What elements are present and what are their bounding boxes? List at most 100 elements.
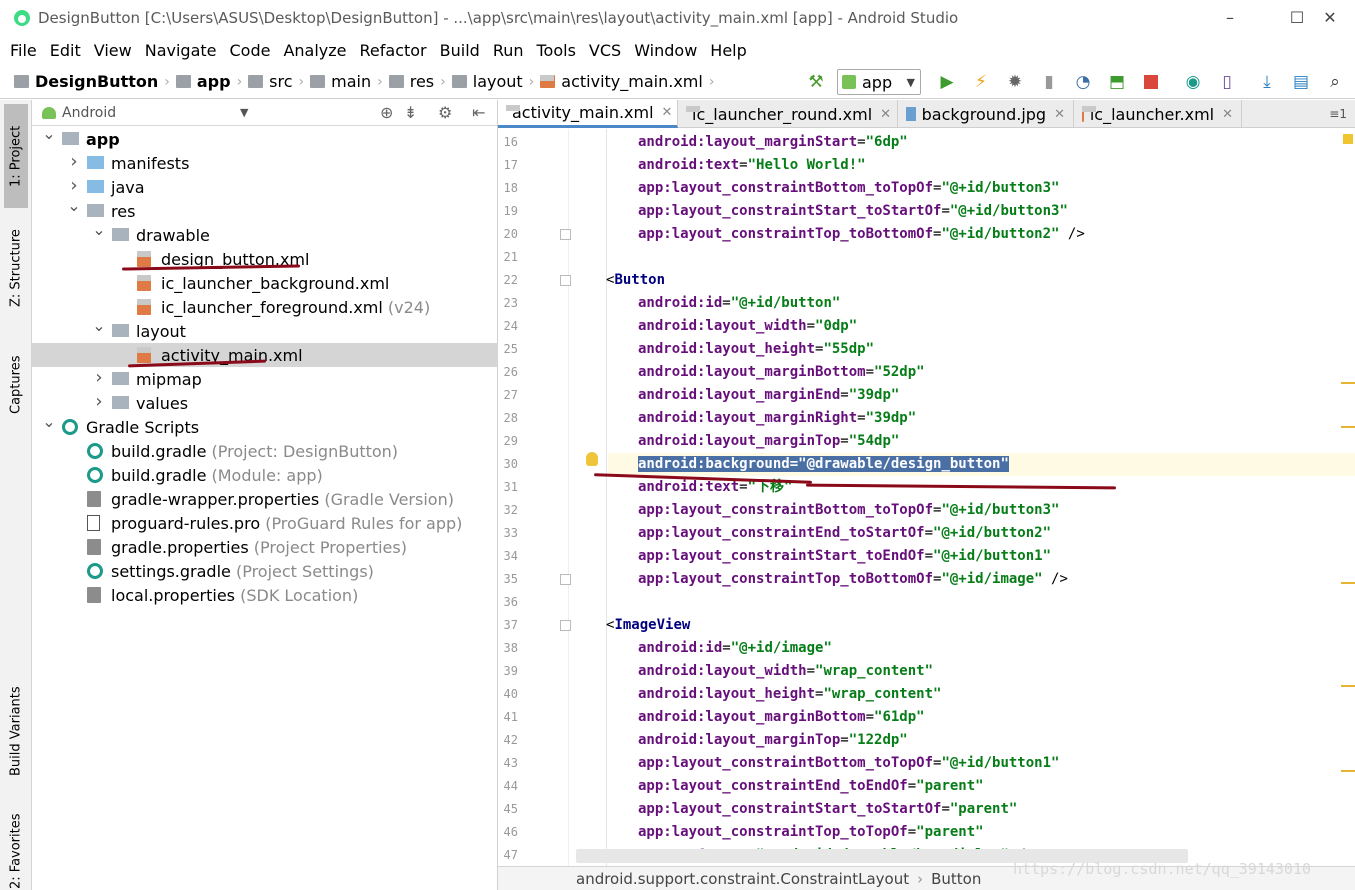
chevron-down-icon[interactable]: ⌄ [42, 412, 56, 431]
tree-item[interactable]: gradle-wrapper.properties (Gradle Versio… [32, 487, 498, 511]
tree-item[interactable]: › manifests [32, 151, 498, 175]
tree-item[interactable]: ⌄ drawable [32, 220, 498, 247]
make-project-hammer-icon[interactable]: ⚒ [805, 71, 827, 93]
breadcrumb-project[interactable]: DesignButton [0, 65, 162, 98]
code-line[interactable]: android:layout_marginBottom="61dp" [638, 706, 925, 729]
breadcrumb-res[interactable]: res [385, 65, 438, 98]
locate-target-icon[interactable]: ⊕ [380, 103, 393, 122]
tree-item[interactable]: › mipmap [32, 367, 498, 391]
chevron-down-icon[interactable]: ⌄ [92, 316, 106, 335]
avd-manager-icon[interactable]: ▯ [1216, 71, 1238, 93]
tree-item[interactable]: ⌄ layout [32, 316, 498, 343]
code-line[interactable]: app:layout_constraintStart_toStartOf="@+… [638, 200, 1068, 223]
menu-run[interactable]: Run [493, 41, 524, 60]
project-view-selector[interactable]: Android [62, 105, 116, 121]
tab-overflow-menu[interactable]: ≡1 [1329, 100, 1355, 127]
tree-item[interactable]: › java [32, 175, 498, 199]
tab-background-jpg[interactable]: background.jpg ✕ [898, 100, 1074, 128]
code-line[interactable]: android:id="@+id/image" [638, 637, 832, 660]
collapse-all-icon[interactable]: ⇟ [404, 103, 417, 122]
tree-item[interactable]: ⌄ app [32, 124, 498, 151]
breadcrumb-file[interactable]: activity_main.xml [536, 65, 707, 98]
menu-build[interactable]: Build [440, 41, 480, 60]
code-line[interactable]: <Button [606, 269, 665, 292]
tab-ic-launcher[interactable]: ic_launcher.xml ✕ [1074, 100, 1242, 128]
chevron-down-icon[interactable]: ▼ [240, 106, 248, 119]
inspection-status-icon[interactable] [1343, 134, 1353, 144]
code-line[interactable]: android:id="@+id/button" [638, 292, 840, 315]
chevron-right-icon[interactable]: › [67, 151, 81, 172]
fold-marker-icon[interactable] [560, 620, 571, 631]
code-line[interactable]: android:text="Hello World!" [638, 154, 866, 177]
chevron-down-icon[interactable]: ⌄ [92, 220, 106, 239]
menu-file[interactable]: File [10, 41, 37, 60]
close-tab-icon[interactable]: ✕ [1054, 107, 1065, 122]
chevron-down-icon[interactable]: ⌄ [67, 196, 81, 215]
tree-item[interactable]: gradle.properties (Project Properties) [32, 535, 498, 559]
menu-code[interactable]: Code [230, 41, 271, 60]
close-tab-icon[interactable]: ✕ [880, 107, 891, 122]
captures-tool-tab[interactable]: Captures [4, 340, 28, 430]
code-line[interactable]: android:layout_marginBottom="52dp" [638, 361, 925, 384]
menu-analyze[interactable]: Analyze [283, 41, 346, 60]
tree-item[interactable]: ⌄ Gradle Scripts [32, 412, 498, 439]
stop-icon[interactable] [1140, 71, 1162, 93]
search-icon[interactable]: ⌕ [1324, 71, 1346, 93]
close-button[interactable]: ✕ [1305, 0, 1355, 35]
code-line[interactable]: app:layout_constraintBottom_toTopOf="@+i… [638, 499, 1059, 522]
chevron-right-icon[interactable]: › [92, 367, 106, 388]
minimize-button[interactable]: – [1205, 0, 1255, 35]
code-line[interactable]: android:layout_width="wrap_content" [638, 660, 933, 683]
tree-item[interactable]: ic_launcher_background.xml [32, 271, 498, 295]
fold-marker-icon[interactable] [560, 229, 571, 240]
hide-panel-icon[interactable]: ⇤ [472, 103, 485, 122]
run-icon[interactable]: ▶ [936, 71, 958, 93]
code-line[interactable]: android:background="@drawable/design_but… [638, 453, 1009, 476]
code-line[interactable]: android:layout_width="0dp" [638, 315, 857, 338]
menu-navigate[interactable]: Navigate [145, 41, 217, 60]
code-line[interactable]: app:layout_constraintTop_toBottomOf="@+i… [638, 568, 1068, 591]
breadcrumb-app[interactable]: app [172, 65, 235, 98]
code-line[interactable]: android:layout_height="wrap_content" [638, 683, 941, 706]
intention-lightbulb-icon[interactable] [586, 452, 598, 466]
warning-marker[interactable] [1341, 770, 1355, 772]
apply-changes-icon[interactable]: ⚡ [970, 71, 992, 93]
menu-edit[interactable]: Edit [50, 41, 81, 60]
gear-icon[interactable]: ⚙ [438, 103, 452, 122]
project-structure-icon[interactable]: ▤ [1290, 71, 1312, 93]
tree-item[interactable]: local.properties (SDK Location) [32, 583, 498, 607]
code-line[interactable]: android:layout_marginTop="122dp" [638, 729, 908, 752]
chevron-right-icon[interactable]: › [92, 391, 106, 412]
attach-debugger-icon[interactable]: ⬒ [1106, 71, 1128, 93]
tree-item[interactable]: settings.gradle (Project Settings) [32, 559, 498, 583]
warning-marker[interactable] [1341, 426, 1355, 428]
code-line[interactable]: app:layout_constraintBottom_toTopOf="@+i… [638, 177, 1059, 200]
sdk-manager-icon[interactable]: ⤓ [1256, 71, 1278, 93]
fold-marker-icon[interactable] [560, 275, 571, 286]
code-line[interactable]: app:layout_constraintTop_toTopOf="parent… [638, 821, 984, 844]
menu-vcs[interactable]: VCS [589, 41, 621, 60]
tree-item[interactable]: › values [32, 391, 498, 415]
tree-item[interactable]: build.gradle (Project: DesignButton) [32, 439, 498, 463]
xml-breadcrumb-current[interactable]: Button [931, 870, 981, 888]
code-line[interactable]: app:layout_constraintTop_toBottomOf="@+i… [638, 223, 1085, 246]
code-line[interactable]: app:layout_constraintStart_toEndOf="@+id… [638, 545, 1051, 568]
favorites-tool-tab[interactable]: 2: Favorites [4, 812, 28, 890]
debug-icon[interactable]: ✹ [1004, 71, 1026, 93]
code-line[interactable]: android:layout_marginStart="6dp" [638, 131, 908, 154]
xml-breadcrumb-parent[interactable]: android.support.constraint.ConstraintLay… [576, 870, 909, 888]
code-line[interactable]: android:layout_marginEnd="39dp" [638, 384, 899, 407]
code-line[interactable]: android:layout_height="55dp" [638, 338, 874, 361]
fold-marker-icon[interactable] [560, 574, 571, 585]
run-config-dropdown[interactable]: app ▼ [837, 69, 921, 95]
close-tab-icon[interactable]: ✕ [1222, 107, 1233, 122]
breadcrumb-main[interactable]: main [306, 65, 375, 98]
structure-tool-tab[interactable]: Z: Structure [4, 218, 28, 318]
menu-refactor[interactable]: Refactor [360, 41, 427, 60]
code-line[interactable]: <ImageView [606, 614, 690, 637]
code-editor[interactable]: 16 android:layout_marginStart="6dp" 17 andr… [498, 129, 1355, 866]
tree-item[interactable]: activity_main.xml [32, 343, 498, 367]
code-line[interactable]: android:layout_marginRight="39dp" [638, 407, 916, 430]
code-line[interactable]: app:layout_constraintEnd_toEndOf="parent… [638, 775, 984, 798]
menu-tools[interactable]: Tools [537, 41, 576, 60]
